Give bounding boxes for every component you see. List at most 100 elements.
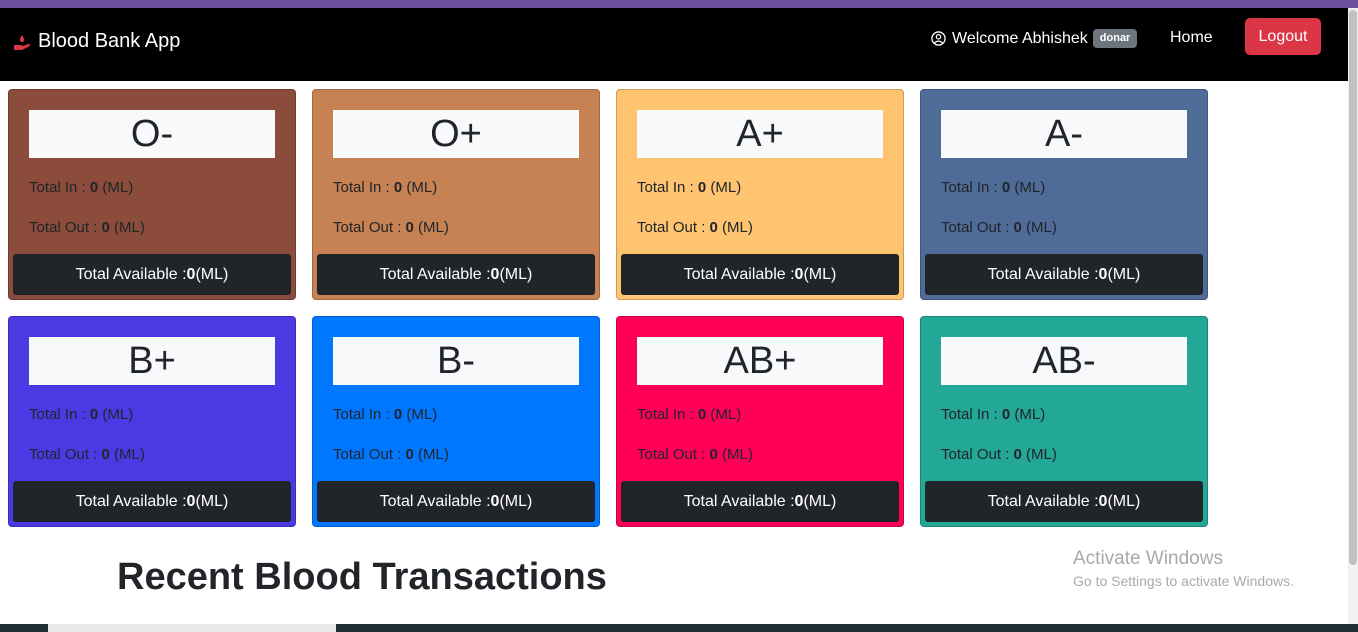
scrollbar-thumb[interactable] (1349, 10, 1357, 565)
total-out-label: Total Out : (941, 446, 1014, 463)
total-out-value: 0 (101, 446, 110, 463)
blood-group-label: B- (333, 337, 579, 385)
blood-group-card: AB+ Total In : 0 (ML) Total Out : 0 (ML) To… (616, 316, 904, 527)
total-out-row: Total Out : 0 (ML) (941, 219, 1057, 236)
unit-label: (ML) (717, 446, 753, 463)
unit-label: (ML) (499, 492, 533, 510)
total-available-value: 0 (186, 492, 196, 510)
total-out-label: Total Out : (941, 219, 1014, 236)
blood-group-label: A- (941, 110, 1187, 158)
total-out-value: 0 (1013, 446, 1022, 463)
total-in-row: Total In : 0 (ML) (637, 406, 741, 423)
unit-label: (ML) (1010, 179, 1046, 196)
total-in-value: 0 (1001, 406, 1011, 423)
total-out-row: Total Out : 0 (ML) (29, 219, 145, 236)
total-available-label: Total Available : (75, 265, 187, 283)
unit-label: (ML) (1021, 446, 1057, 463)
total-out-value: 0 (709, 446, 718, 463)
total-out-label: Total Out : (333, 219, 406, 236)
total-in-label: Total In : (333, 406, 394, 423)
blood-group-label: O- (29, 110, 275, 158)
total-out-row: Total Out : 0 (ML) (637, 446, 753, 463)
total-in-row: Total In : 0 (ML) (29, 179, 133, 196)
total-available-footer: Total Available : 0 (ML) (925, 481, 1203, 522)
taskbar-window-preview (48, 624, 336, 632)
total-available-footer: Total Available : 0 (ML) (317, 481, 595, 522)
total-available-footer: Total Available : 0 (ML) (13, 254, 291, 295)
unit-label: (ML) (803, 265, 837, 283)
total-out-value: 0 (405, 446, 414, 463)
home-link[interactable]: Home (1170, 29, 1213, 47)
total-in-row: Total In : 0 (ML) (941, 406, 1045, 423)
total-in-value: 0 (393, 406, 403, 423)
unit-label: (ML) (1107, 492, 1141, 510)
total-out-value: 0 (1013, 219, 1022, 236)
welcome-text: Welcome Abhishek (952, 29, 1088, 47)
browser-top-strip (0, 0, 1358, 8)
brand-title: Blood Bank App (38, 30, 181, 52)
total-available-footer: Total Available : 0 (ML) (317, 254, 595, 295)
blood-group-label: B+ (29, 337, 275, 385)
total-out-label: Total Out : (333, 446, 406, 463)
total-available-label: Total Available : (75, 492, 187, 510)
total-in-row: Total In : 0 (ML) (637, 179, 741, 196)
page-scrollbar[interactable] (1348, 8, 1358, 624)
unit-label: (ML) (717, 219, 753, 236)
total-out-value: 0 (709, 219, 718, 236)
unit-label: (ML) (109, 446, 145, 463)
total-in-value: 0 (697, 406, 707, 423)
blood-group-card: A- Total In : 0 (ML) Total Out : 0 (ML) Tot… (920, 89, 1208, 300)
blood-group-label: O+ (333, 110, 579, 158)
blood-group-card: O- Total In : 0 (ML) Total Out : 0 (ML) Tot… (8, 89, 296, 300)
welcome-user: Welcome Abhishek donar (931, 29, 1138, 48)
total-in-value: 0 (393, 179, 403, 196)
total-available-value: 0 (490, 265, 500, 283)
blood-group-card: B+ Total In : 0 (ML) Total Out : 0 (ML) Tot… (8, 316, 296, 527)
total-in-label: Total In : (333, 179, 394, 196)
total-available-footer: Total Available : 0 (ML) (13, 481, 291, 522)
unit-label: (ML) (803, 492, 837, 510)
total-available-label: Total Available : (379, 265, 491, 283)
total-in-label: Total In : (29, 406, 90, 423)
blood-group-label: AB+ (637, 337, 883, 385)
unit-label: (ML) (413, 219, 449, 236)
hand-holding-medical-icon (14, 34, 30, 50)
total-in-value: 0 (89, 406, 99, 423)
unit-label: (ML) (1107, 265, 1141, 283)
total-in-value: 0 (697, 179, 707, 196)
blood-group-label: A+ (637, 110, 883, 158)
unit-label: (ML) (413, 446, 449, 463)
unit-label: (ML) (195, 492, 229, 510)
brand[interactable]: Blood Bank App (12, 30, 180, 53)
blood-group-card: O+ Total In : 0 (ML) Total Out : 0 (ML) Tot… (312, 89, 600, 300)
unit-label: (ML) (402, 179, 438, 196)
navbar: Blood Bank App Welcome Abhishek donar Ho… (0, 8, 1348, 81)
total-available-value: 0 (794, 265, 804, 283)
total-out-value: 0 (101, 219, 110, 236)
total-available-footer: Total Available : 0 (ML) (925, 254, 1203, 295)
total-in-label: Total In : (941, 406, 1002, 423)
user-circle-icon (931, 31, 946, 46)
total-in-value: 0 (1001, 179, 1011, 196)
total-in-label: Total In : (637, 179, 698, 196)
total-available-label: Total Available : (987, 265, 1099, 283)
logout-button[interactable]: Logout (1245, 18, 1321, 55)
unit-label: (ML) (706, 179, 742, 196)
total-available-footer: Total Available : 0 (ML) (621, 254, 899, 295)
total-available-footer: Total Available : 0 (ML) (621, 481, 899, 522)
total-available-label: Total Available : (683, 265, 795, 283)
total-out-label: Total Out : (29, 446, 102, 463)
total-out-row: Total Out : 0 (ML) (29, 446, 145, 463)
total-in-value: 0 (89, 179, 99, 196)
recent-transactions-title: Recent Blood Transactions (117, 556, 607, 598)
unit-label: (ML) (402, 406, 438, 423)
total-available-value: 0 (490, 492, 500, 510)
total-available-label: Total Available : (379, 492, 491, 510)
activate-windows-subtitle: Go to Settings to activate Windows. (1073, 573, 1294, 589)
total-out-label: Total Out : (637, 219, 710, 236)
total-out-label: Total Out : (29, 219, 102, 236)
total-in-label: Total In : (637, 406, 698, 423)
total-in-row: Total In : 0 (ML) (29, 406, 133, 423)
unit-label: (ML) (499, 265, 533, 283)
total-available-value: 0 (1098, 265, 1108, 283)
